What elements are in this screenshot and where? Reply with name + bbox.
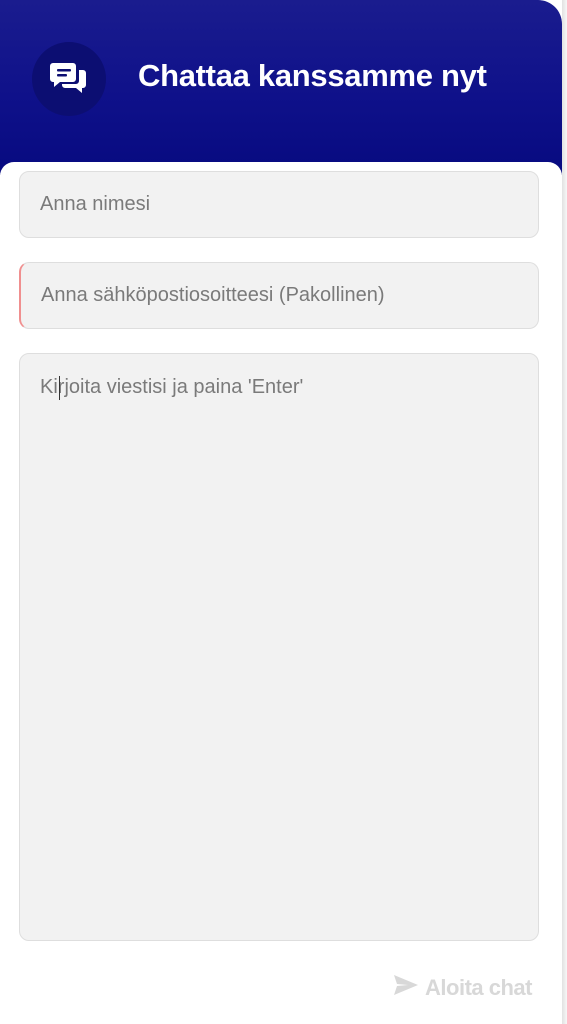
email-input[interactable]: Anna sähköpostiosoitteesi (Pakollinen): [19, 262, 539, 329]
window-edge: [562, 0, 567, 1024]
start-chat-button[interactable]: Aloita chat: [393, 974, 532, 1002]
name-input[interactable]: Anna nimesi: [19, 171, 539, 238]
start-chat-label: Aloita chat: [425, 975, 532, 1000]
email-placeholder: Anna sähköpostiosoitteesi (Pakollinen): [41, 284, 385, 306]
send-icon: [393, 974, 419, 1002]
name-placeholder: Anna nimesi: [40, 193, 151, 215]
chat-title: Chattaa kanssamme nyt: [138, 58, 487, 93]
chat-header: Chattaa kanssamme nyt: [0, 0, 562, 175]
chat-widget: Chattaa kanssamme nyt Anna nimesi Anna s…: [0, 0, 562, 1024]
chat-bubbles-icon: [32, 42, 106, 116]
text-caret: [59, 376, 60, 400]
message-textarea[interactable]: Kirjoita viestisi ja paina 'Enter': [19, 353, 539, 941]
message-placeholder: Kirjoita viestisi ja paina 'Enter': [40, 376, 304, 398]
